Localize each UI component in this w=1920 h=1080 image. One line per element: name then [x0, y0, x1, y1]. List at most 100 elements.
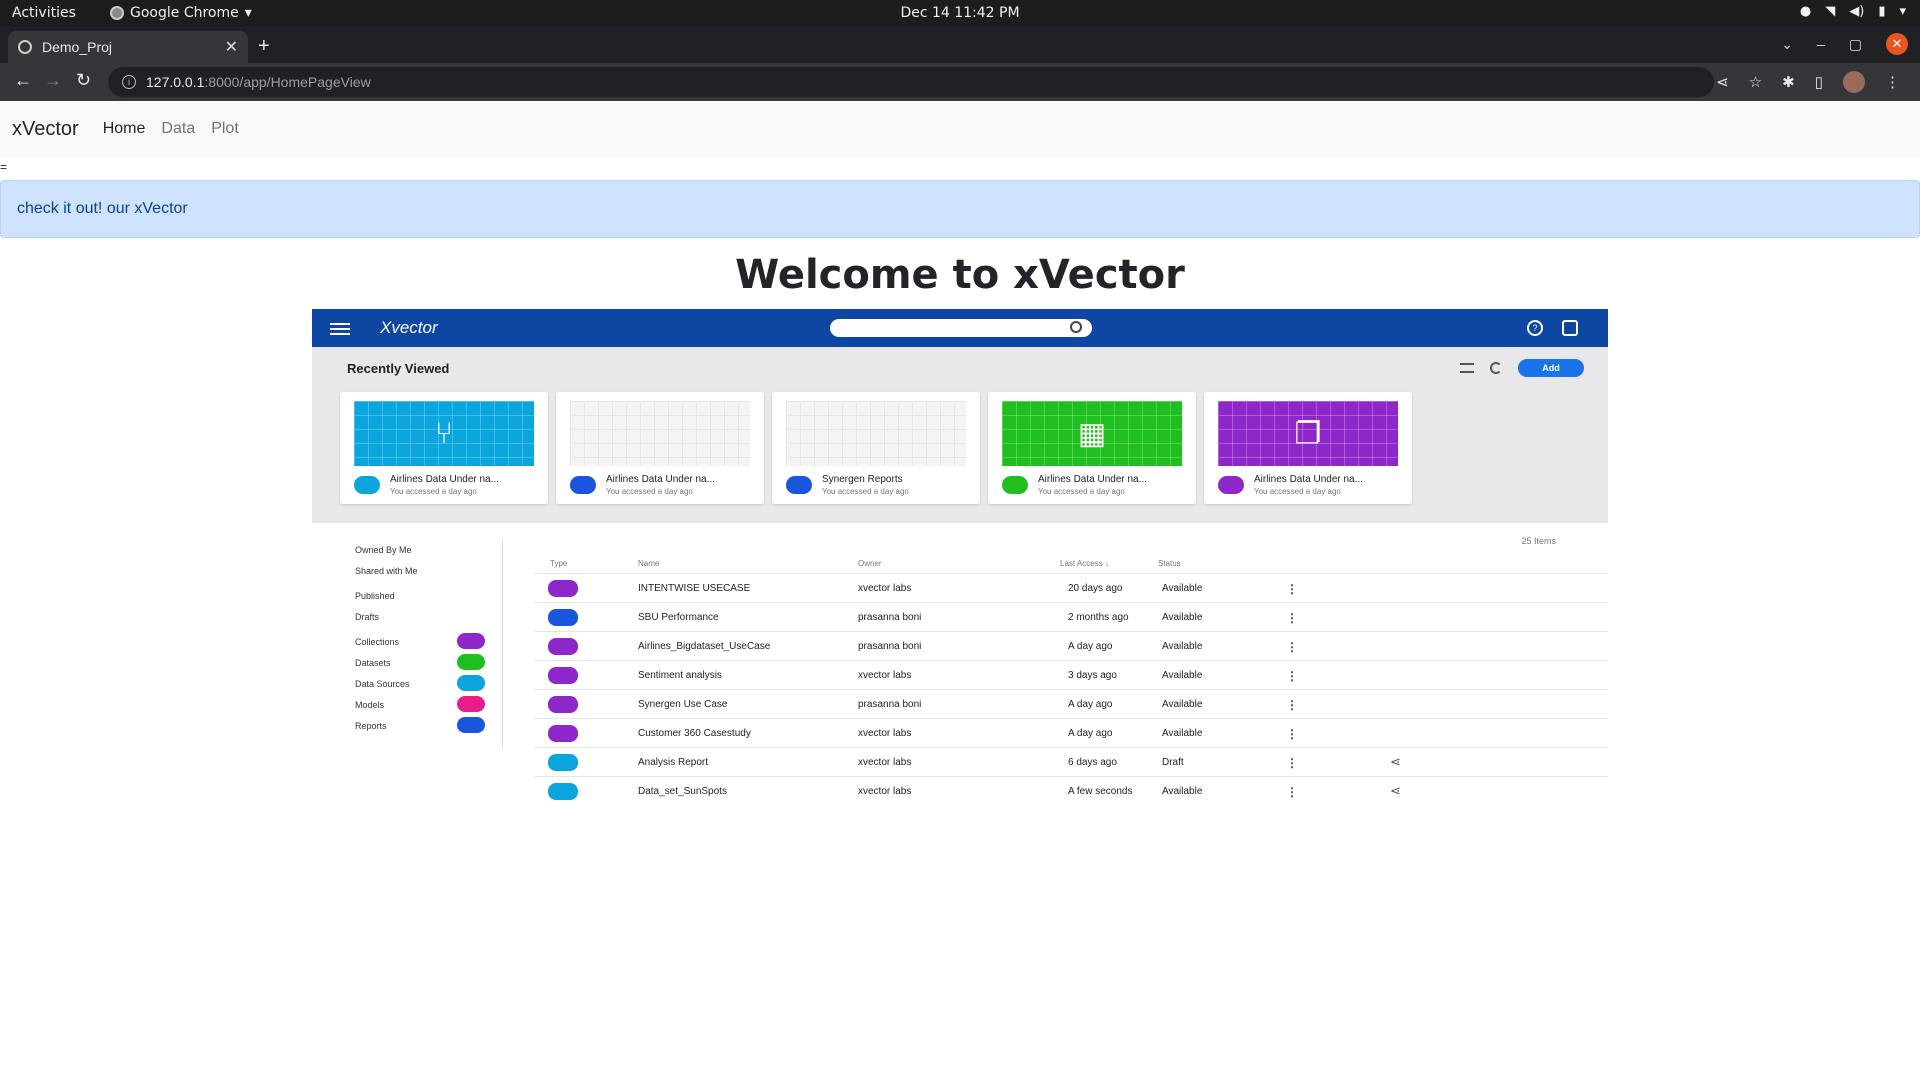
- table-row: Analysis Report xvector labs 6 days ago Dra…: [534, 747, 1608, 775]
- row-type-icon: [548, 754, 578, 771]
- sidebar-type-icon: [457, 675, 485, 691]
- maximize-button[interactable]: ▢: [1849, 36, 1862, 53]
- list-view-icon: [1460, 363, 1474, 373]
- card-subtitle: You accessed a day ago: [606, 487, 693, 496]
- card-thumbnail: ▦: [1002, 401, 1182, 466]
- close-window-button[interactable]: ✕: [1886, 33, 1908, 55]
- sidebar-filter-item: Drafts: [355, 612, 380, 622]
- table-row: Customer 360 Casestudy xvector labs A day …: [534, 718, 1608, 746]
- browser-tab[interactable]: Demo_Proj ✕: [8, 31, 248, 63]
- card-type-icon: [570, 476, 596, 494]
- hamburger-icon: [330, 323, 350, 335]
- address-bar[interactable]: i 127.0.0.1:8000/app/HomePageView: [108, 67, 1714, 97]
- side-panel-icon[interactable]: ▯: [1815, 73, 1823, 91]
- card-subtitle: You accessed a day ago: [390, 487, 477, 496]
- card-name: Airlines Data Under na...: [606, 474, 715, 485]
- toolbar-actions: ⋖ ☆ ✱ ▯ ⋮: [1716, 71, 1900, 93]
- site-navbar: xVector Home Data Plot: [0, 101, 1920, 157]
- bookmark-star-icon[interactable]: ☆: [1749, 73, 1762, 91]
- globe-icon: [18, 40, 32, 54]
- col-last-access: Last Access ↓: [1060, 559, 1109, 568]
- card-name: Synergen Reports: [822, 474, 903, 485]
- embedded-search: [830, 319, 1092, 337]
- row-status: Available: [1162, 670, 1203, 681]
- row-menu-icon: ⋮: [1286, 640, 1298, 654]
- recent-card: ▦ Airlines Data Under na... You accessed a…: [988, 392, 1196, 504]
- row-status: Available: [1162, 612, 1203, 623]
- card-name: Airlines Data Under na...: [390, 474, 499, 485]
- nav-data[interactable]: Data: [161, 120, 195, 138]
- table-row: Data_set_SunSpots xvector labs A few secon…: [534, 776, 1608, 804]
- new-tab-button[interactable]: +: [258, 35, 270, 58]
- row-status: Available: [1162, 786, 1203, 797]
- card-thumbnail: ⑂: [354, 401, 534, 466]
- minimize-button[interactable]: –: [1817, 36, 1825, 52]
- page-title: Welcome to xVector: [735, 252, 1185, 298]
- sidebar-divider: [502, 541, 503, 747]
- tab-title: Demo_Proj: [42, 39, 113, 55]
- row-status: Draft: [1162, 757, 1184, 768]
- table-row: INTENTWISE USECASE xvector labs 20 days ag…: [534, 573, 1608, 601]
- item-count: 25 Items: [1521, 536, 1556, 546]
- row-owner: xvector labs: [858, 786, 912, 797]
- profile-avatar[interactable]: [1843, 71, 1865, 93]
- card-thumbnail: [786, 401, 966, 466]
- share-icon[interactable]: ⋖: [1716, 73, 1729, 91]
- card-subtitle: You accessed a day ago: [822, 487, 909, 496]
- row-name: SBU Performance: [638, 612, 719, 623]
- row-menu-icon: ⋮: [1286, 611, 1298, 625]
- search-icon: [1070, 321, 1082, 333]
- row-type-icon: [548, 667, 578, 684]
- table-row: Sentiment analysis xvector labs 3 days ago…: [534, 660, 1608, 688]
- close-tab-icon[interactable]: ✕: [225, 37, 238, 57]
- recent-card: ⑂ Airlines Data Under na... You accessed a…: [340, 392, 548, 504]
- brand-logo[interactable]: xVector: [12, 118, 79, 141]
- clock[interactable]: Dec 14 11:42 PM: [0, 5, 1920, 21]
- forward-icon[interactable]: →: [44, 70, 62, 91]
- browser-toolbar: ← → ↻ i 127.0.0.1:8000/app/HomePageView …: [0, 63, 1920, 101]
- table-row: SBU Performance prasanna boni 2 months ago…: [534, 602, 1608, 630]
- recent-tools: Add: [1460, 359, 1584, 377]
- xvector-header: Xvector ?: [312, 309, 1608, 347]
- row-type-icon: [548, 696, 578, 713]
- reload-icon[interactable]: ↻: [76, 70, 91, 91]
- sidebar-filter-item: Collections: [355, 637, 400, 647]
- tab-search-icon[interactable]: ⌄: [1781, 36, 1793, 53]
- row-owner: prasanna boni: [858, 641, 922, 652]
- row-menu-icon: ⋮: [1286, 582, 1298, 596]
- row-type-icon: [548, 580, 578, 597]
- row-status: Available: [1162, 583, 1203, 594]
- sidebar-type-icon: [457, 696, 485, 712]
- row-type-icon: [548, 783, 578, 800]
- extensions-icon[interactable]: ✱: [1782, 73, 1795, 91]
- recent-card: ❐ Airlines Data Under na... You accessed a…: [1204, 392, 1412, 504]
- row-last-access: 20 days ago: [1068, 583, 1123, 594]
- row-name: INTENTWISE USECASE: [638, 583, 751, 594]
- row-last-access: A few seconds: [1068, 786, 1133, 797]
- nav-home[interactable]: Home: [103, 120, 146, 138]
- row-last-access: A day ago: [1068, 728, 1113, 739]
- card-glyph-icon: ▦: [1077, 417, 1107, 450]
- wifi-icon: ◥: [1825, 4, 1836, 19]
- row-last-access: 3 days ago: [1068, 670, 1117, 681]
- menu-kebab-icon[interactable]: ⋮: [1885, 73, 1900, 91]
- os-top-bar: Activities Google Chrome ▾ Dec 14 11:42 …: [0, 0, 1920, 27]
- volume-icon: ◀): [1849, 4, 1865, 19]
- row-menu-icon: ⋮: [1286, 669, 1298, 683]
- info-icon[interactable]: i: [122, 75, 136, 89]
- row-name: Synergen Use Case: [638, 699, 728, 710]
- row-menu-icon: ⋮: [1286, 727, 1298, 741]
- table-header: Type Name Owner Last Access ↓ Status: [534, 559, 1608, 573]
- nav-plot[interactable]: Plot: [211, 120, 239, 138]
- card-type-icon: [354, 476, 380, 494]
- row-owner: xvector labs: [858, 757, 912, 768]
- system-tray[interactable]: ● ◥ ◀) ▮ ▾: [1800, 4, 1906, 19]
- back-icon[interactable]: ←: [14, 70, 32, 91]
- sidebar-filter-item: Models: [355, 700, 385, 710]
- sidebar-type-icon: [457, 717, 485, 733]
- power-menu-icon: ▾: [1899, 4, 1906, 19]
- row-share-icon: ⋖: [1390, 783, 1401, 798]
- row-menu-icon: ⋮: [1286, 785, 1298, 799]
- col-name: Name: [638, 559, 660, 568]
- recent-card: Synergen Reports You accessed a day ago: [772, 392, 980, 504]
